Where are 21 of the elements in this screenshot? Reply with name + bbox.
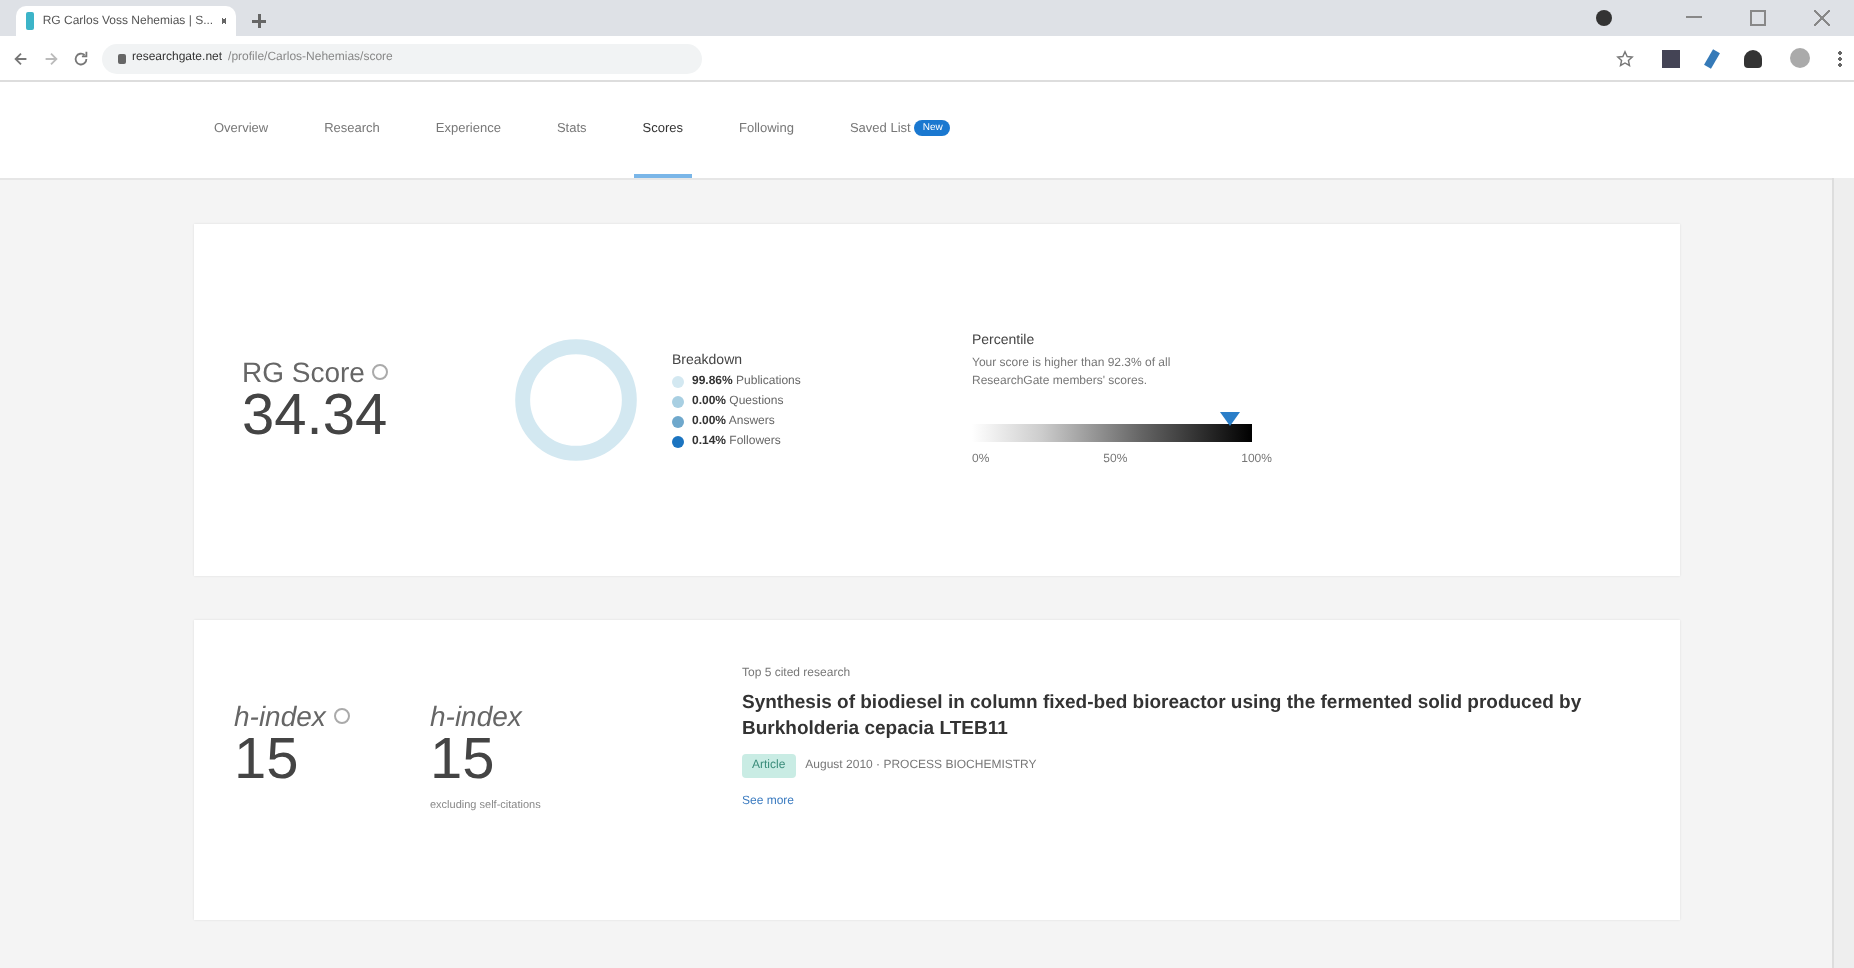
- paper-title[interactable]: Synthesis of biodiesel in column fixed-bed bioreactor using the fermented solid produced by Burkholderia cepacia LTEB11: [742, 690, 1622, 744]
- maximize-icon[interactable]: [1750, 10, 1766, 26]
- score-label: RG Score: [242, 355, 365, 387]
- star-icon[interactable]: [1616, 49, 1634, 67]
- reload-icon[interactable]: [72, 49, 90, 67]
- h-index-label: h-index: [234, 700, 326, 732]
- close-icon[interactable]: [221, 16, 226, 26]
- lock-icon: [118, 53, 126, 63]
- close-icon[interactable]: [1814, 10, 1830, 26]
- score-value: 34.34: [242, 387, 390, 445]
- scrollbar[interactable]: [1832, 178, 1854, 968]
- h-index-value: 15: [234, 732, 301, 790]
- avatar-icon[interactable]: [1790, 48, 1810, 68]
- info-icon: [372, 363, 389, 379]
- site-icon: [26, 12, 35, 30]
- info-icon: [333, 708, 350, 724]
- donut-drawing: [512, 336, 640, 464]
- new-tab-icon[interactable]: [252, 14, 266, 28]
- h-index-value: 15: [430, 732, 497, 790]
- back-icon[interactable]: [12, 49, 30, 67]
- h-index-label: h-index: [430, 700, 522, 732]
